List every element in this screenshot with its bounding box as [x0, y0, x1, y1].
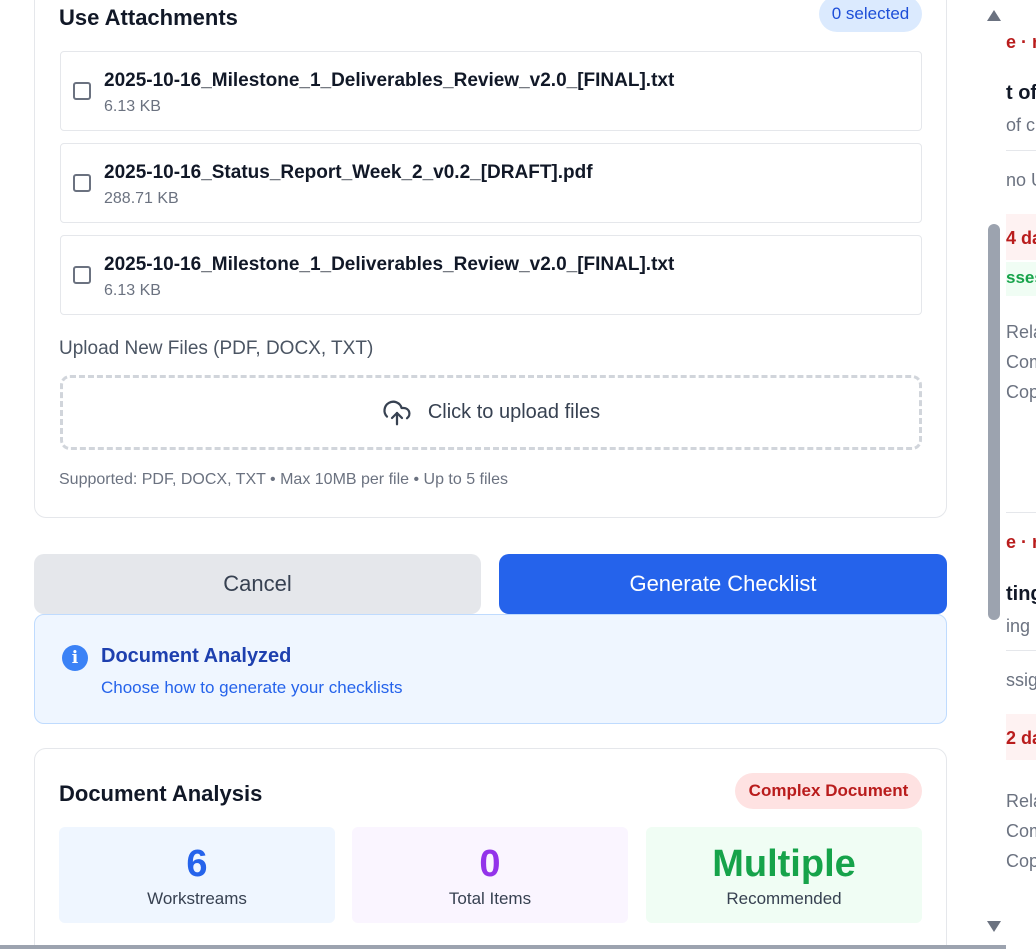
bg-text: 2 da [1006, 728, 1036, 748]
attachment-size: 6.13 KB [104, 282, 161, 299]
bg-text: ssig [1006, 670, 1036, 690]
attachment-row[interactable]: 2025-10-16_Status_Report_Week_2_v0.2_[DR… [60, 143, 922, 223]
stat-label: Workstreams [147, 889, 247, 908]
upload-hint: Supported: PDF, DOCX, TXT • Max 10MB per… [59, 471, 509, 488]
attachment-row[interactable]: 2025-10-16_Milestone_1_Deliverables_Revi… [60, 51, 922, 131]
attachment-name: 2025-10-16_Milestone_1_Deliverables_Revi… [104, 70, 675, 91]
document-analysis-section: Document Analysis Complex Document 6 Wor… [34, 748, 947, 945]
generate-checklist-button[interactable]: Generate Checklist [499, 554, 947, 614]
upload-dropzone[interactable]: Click to upload files [60, 375, 922, 450]
attachment-checkbox[interactable] [73, 174, 91, 192]
bg-text: e · r [1006, 32, 1036, 52]
cancel-button[interactable]: Cancel [34, 554, 481, 614]
attachment-checkbox[interactable] [73, 82, 91, 100]
bg-text: of c [1006, 115, 1036, 135]
complexity-badge: Complex Document [735, 773, 922, 809]
banner-subtitle: Choose how to generate your checklists [101, 678, 403, 697]
bg-text: ing [1006, 616, 1031, 636]
cloud-upload-icon [383, 400, 411, 425]
bg-text: e · r [1006, 532, 1036, 552]
background-page: e · r t of of c no U 4 da sses Rela Com … [1006, 0, 1036, 949]
stat-recommended: Multiple Recommended [646, 827, 922, 923]
scroll-up-arrow-icon[interactable] [987, 10, 1001, 21]
attachment-name: 2025-10-16_Status_Report_Week_2_v0.2_[DR… [104, 162, 593, 183]
bg-text: Com [1006, 821, 1036, 841]
attachments-title: Use Attachments [59, 5, 238, 30]
bg-text: ting [1006, 583, 1036, 605]
analysis-title: Document Analysis [59, 781, 263, 806]
stat-workstreams: 6 Workstreams [59, 827, 335, 923]
stat-total-items: 0 Total Items [352, 827, 628, 923]
bg-text: Rela [1006, 791, 1036, 811]
bg-text: Rela [1006, 322, 1036, 342]
bg-text: sses [1006, 268, 1036, 287]
stat-value: 6 [186, 843, 208, 885]
bg-text: Cop [1006, 382, 1036, 402]
scrollbar-thumb[interactable] [988, 224, 1000, 620]
stat-label: Total Items [448, 889, 532, 908]
attachments-section: Use Attachments 0 selected 2025-10-16_Mi… [34, 0, 947, 518]
bg-text: t of [1006, 82, 1036, 104]
banner-title: Document Analyzed [101, 645, 292, 667]
stat-value: 0 [479, 843, 501, 885]
bg-text: no U [1006, 170, 1036, 190]
attachment-name: 2025-10-16_Milestone_1_Deliverables_Revi… [104, 254, 675, 275]
upload-prompt: Click to upload files [427, 401, 601, 423]
checklist-modal: Use Attachments 0 selected 2025-10-16_Mi… [0, 0, 1006, 945]
bg-text: Cop [1006, 851, 1036, 871]
stat-value: Multiple [712, 843, 856, 885]
attachment-checkbox[interactable] [73, 266, 91, 284]
document-analyzed-banner: i Document Analyzed Choose how to genera… [34, 614, 947, 724]
attachment-size: 6.13 KB [104, 98, 161, 115]
info-icon: i [62, 645, 88, 671]
selected-count-badge: 0 selected [819, 0, 922, 32]
attachment-row[interactable]: 2025-10-16_Milestone_1_Deliverables_Revi… [60, 235, 922, 315]
upload-label: Upload New Files (PDF, DOCX, TXT) [59, 338, 374, 359]
bg-text: Com [1006, 352, 1036, 372]
scroll-down-arrow-icon[interactable] [987, 921, 1001, 932]
bg-text: 4 da [1006, 228, 1036, 248]
stat-label: Recommended [726, 889, 842, 908]
attachment-size: 288.71 KB [104, 190, 179, 207]
